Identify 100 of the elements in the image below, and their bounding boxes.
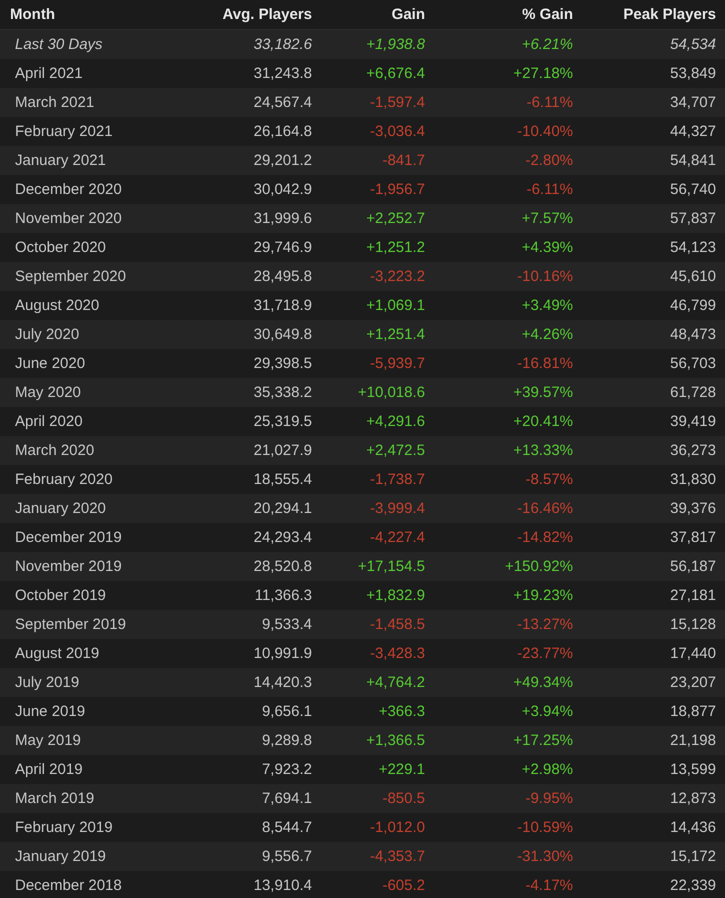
- table-cell-text: August 2019: [14, 645, 100, 662]
- table-cell-text: January 2019: [14, 848, 106, 865]
- table-cell: +39.57%: [513, 384, 573, 401]
- table-cell: -16.81%: [517, 355, 573, 372]
- table-cell-text: March 2020: [14, 442, 94, 459]
- table-cell: -4.17%: [525, 877, 573, 894]
- table-cell: 9,556.7: [262, 848, 312, 865]
- table-cell-text: September 2019: [14, 616, 126, 633]
- table-cell: +13.33%: [513, 442, 573, 459]
- table-cell: +1,251.4: [366, 326, 425, 343]
- table-cell: +17.25%: [513, 732, 573, 749]
- table-cell-text: October 2019: [14, 587, 106, 604]
- column-header[interactable]: Peak Players: [623, 6, 716, 23]
- table-cell: 28,495.8: [254, 268, 312, 285]
- table-cell: +1,251.2: [366, 239, 425, 256]
- table-cell: 37,817: [670, 529, 716, 546]
- table-cell: +366.3: [378, 703, 425, 720]
- table-cell: +20.41%: [513, 413, 573, 430]
- table-cell-text: November 2020: [14, 210, 122, 227]
- table-cell-text: September 2020: [14, 268, 126, 285]
- table-cell-text: October 2020: [14, 239, 106, 256]
- table-cell: 45,610: [670, 268, 716, 285]
- table-cell: -3,223.2: [370, 268, 425, 285]
- table-cell: -1,738.7: [370, 471, 425, 488]
- table-cell: 14,420.3: [254, 674, 312, 691]
- table-cell: -8.57%: [525, 471, 573, 488]
- table-cell: 23,207: [670, 674, 716, 691]
- table-cell: 17,440: [670, 645, 716, 662]
- table-cell: 53,849: [670, 65, 716, 82]
- table-cell: 54,534: [670, 36, 716, 53]
- table-cell: 8,544.7: [262, 819, 312, 836]
- table-cell: 24,567.4: [254, 94, 312, 111]
- table-cell: 27,181: [670, 587, 716, 604]
- table-cell: -850.5: [382, 790, 425, 807]
- table-cell-text: July 2019: [14, 674, 80, 691]
- table-cell: 54,841: [670, 152, 716, 169]
- table-cell: +1,366.5: [366, 732, 425, 749]
- table-cell-text: July 2020: [14, 326, 80, 343]
- table-cell: 54,123: [670, 239, 716, 256]
- table-cell: -1,956.7: [370, 181, 425, 198]
- table-cell: -1,458.5: [370, 616, 425, 633]
- table-cell: 15,172: [670, 848, 716, 865]
- table-cell: +7.57%: [522, 210, 573, 227]
- table-cell: 56,187: [670, 558, 716, 575]
- table-cell: -14.82%: [517, 529, 573, 546]
- table-cell: 9,533.4: [262, 616, 312, 633]
- table-cell: -6.11%: [526, 181, 573, 198]
- column-header[interactable]: Month: [0, 6, 55, 23]
- table-cell: 29,201.2: [254, 152, 312, 169]
- table-cell: -10.59%: [517, 819, 573, 836]
- table-cell: +2,472.5: [366, 442, 425, 459]
- table-cell: 10,991.9: [254, 645, 312, 662]
- column-header[interactable]: % Gain: [522, 6, 573, 23]
- table-cell: -4,227.4: [370, 529, 425, 546]
- table-cell-text: April 2020: [14, 413, 83, 430]
- table-cell-text: Last 30 Days: [14, 36, 103, 53]
- column-header[interactable]: Avg. Players: [222, 6, 312, 23]
- table-cell: 30,042.9: [254, 181, 312, 198]
- table-cell: 31,243.8: [254, 65, 312, 82]
- column-header[interactable]: Gain: [392, 6, 425, 23]
- table-cell-text: December 2019: [14, 529, 122, 546]
- table-cell: -13.27%: [517, 616, 573, 633]
- table-cell: +6,676.4: [366, 65, 425, 82]
- table-cell: -10.16%: [517, 268, 573, 285]
- table-cell-text: May 2020: [14, 384, 81, 401]
- table-cell: 56,703: [670, 355, 716, 372]
- table-cell: 26,164.8: [254, 123, 312, 140]
- table-cell: 11,366.3: [254, 587, 312, 604]
- table-cell: -10.40%: [517, 123, 573, 140]
- table-cell: 13,910.4: [254, 877, 312, 894]
- table-cell: 22,339: [670, 877, 716, 894]
- table-cell-text: February 2021: [14, 123, 113, 140]
- table-cell: +4.39%: [522, 239, 573, 256]
- table-cell-text: May 2019: [14, 732, 81, 749]
- table-cell: +3.49%: [522, 297, 573, 314]
- table-cell: -5,939.7: [370, 355, 425, 372]
- table-cell: +17,154.5: [358, 558, 425, 575]
- table-cell: 39,376: [670, 500, 716, 517]
- table-cell: 18,877: [670, 703, 716, 720]
- table-cell: 31,830: [670, 471, 716, 488]
- table-cell-text: June 2020: [14, 355, 86, 372]
- table-cell: -841.7: [382, 152, 425, 169]
- table-cell: 7,923.2: [262, 761, 312, 778]
- table-cell: 31,999.6: [254, 210, 312, 227]
- table-cell: 7,694.1: [262, 790, 312, 807]
- table-cell-text: April 2021: [14, 65, 83, 82]
- table-cell: -4,353.7: [370, 848, 425, 865]
- table-cell: 18,555.4: [254, 471, 312, 488]
- table-cell: +1,832.9: [366, 587, 425, 604]
- table-cell: 28,520.8: [254, 558, 312, 575]
- table-cell: 13,599: [670, 761, 716, 778]
- table-cell: +150.92%: [505, 558, 573, 575]
- table-cell: -1,597.4: [370, 94, 425, 111]
- table-cell: 15,128: [670, 616, 716, 633]
- table-cell-text: August 2020: [14, 297, 100, 314]
- table-cell: -16.46%: [517, 500, 573, 517]
- table-cell-text: February 2020: [14, 471, 113, 488]
- table-cell: +4.26%: [522, 326, 573, 343]
- table-cell-text: November 2019: [14, 558, 122, 575]
- table-cell-text: February 2019: [14, 819, 113, 836]
